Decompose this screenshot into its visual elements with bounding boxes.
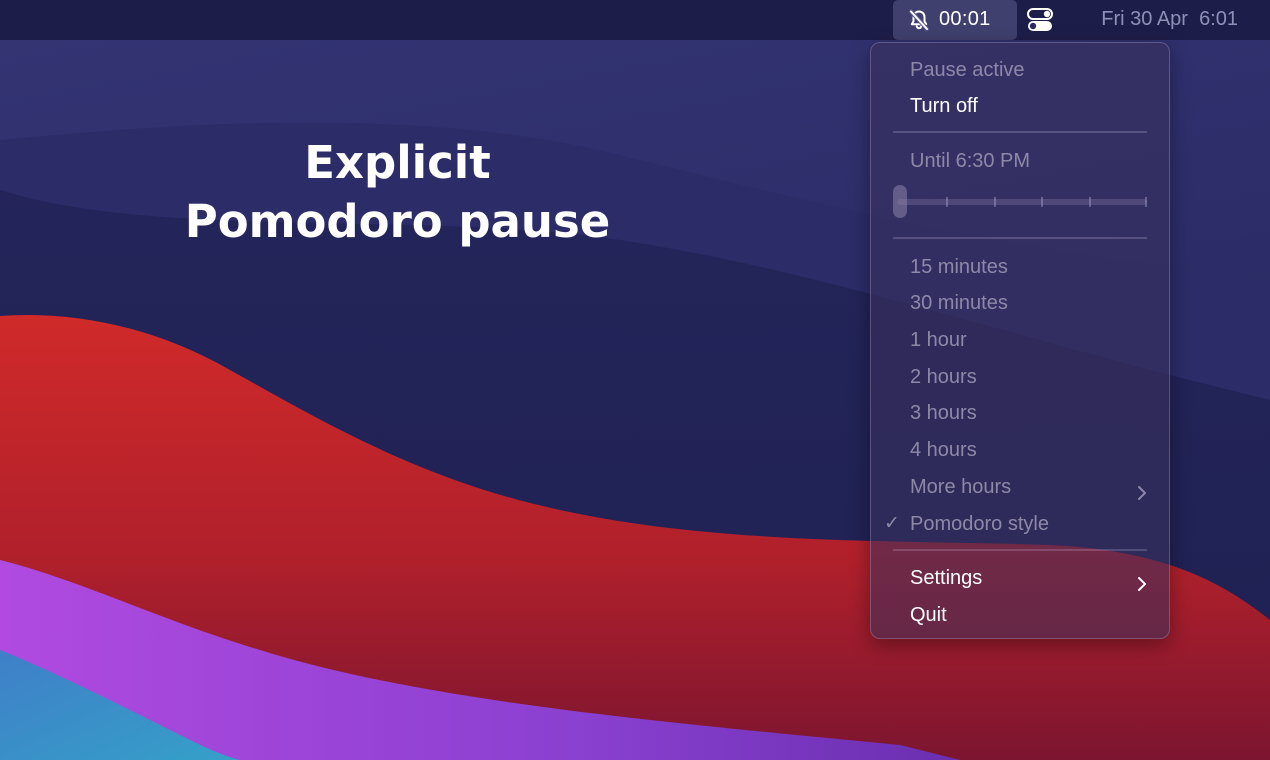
- menu-item-pomodoro-style[interactable]: ✓ Pomodoro style: [871, 508, 1169, 540]
- menubar-clock[interactable]: Fri 30 Apr 6:01: [1101, 8, 1238, 31]
- slider-tick: [994, 197, 996, 207]
- slider-tick: [1041, 197, 1043, 207]
- menu-item-30-minutes[interactable]: 30 minutes: [871, 287, 1169, 319]
- caption-line-2: Pomodoro pause: [184, 195, 611, 248]
- feature-caption: Explicit Pomodoro pause: [150, 133, 645, 251]
- menu-item-1-hour[interactable]: 1 hour: [871, 324, 1169, 356]
- slider-tick: [1145, 197, 1147, 207]
- menu-item-more-hours[interactable]: More hours: [871, 471, 1169, 503]
- bell-slash-icon: [908, 9, 930, 31]
- pause-timer: 00:01: [939, 8, 991, 30]
- slider-track: [897, 199, 1147, 205]
- pause-duration-slider[interactable]: [893, 185, 1147, 219]
- menu-item-label: Settings: [910, 567, 983, 589]
- slider-tick: [1089, 197, 1091, 207]
- menu-item-15-minutes[interactable]: 15 minutes: [871, 251, 1169, 283]
- menu-separator: [893, 131, 1147, 133]
- menu-item-settings[interactable]: Settings: [871, 562, 1169, 594]
- menu-status-pause-active: Pause active: [910, 59, 1025, 81]
- menu-item-2-hours[interactable]: 2 hours: [871, 361, 1169, 393]
- menu-item-label: More hours: [910, 476, 1012, 498]
- checkmark-icon: ✓: [884, 513, 900, 534]
- menu-item-quit[interactable]: Quit: [871, 599, 1169, 631]
- menu-item-3-hours[interactable]: 3 hours: [871, 397, 1169, 429]
- pause-status-item[interactable]: 00:01: [893, 0, 1017, 40]
- menu-separator: [893, 549, 1147, 551]
- chevron-right-icon: [1137, 479, 1147, 500]
- caption-line-1: Explicit: [304, 136, 491, 189]
- menu-item-4-hours[interactable]: 4 hours: [871, 434, 1169, 466]
- pause-dropdown-menu: Pause active Turn off Until 6:30 PM 15 m…: [870, 42, 1170, 639]
- chevron-right-icon: [1137, 570, 1147, 591]
- menu-bar: 00:01 Fri 30 Apr 6:01: [0, 0, 1270, 40]
- menu-separator: [893, 237, 1147, 239]
- slider-tick: [946, 197, 948, 207]
- slider-knob[interactable]: [893, 185, 907, 218]
- toggle-switches-icon[interactable]: [1027, 8, 1053, 32]
- menu-item-label: Pomodoro style: [910, 513, 1049, 535]
- menu-until-label: Until 6:30 PM: [910, 150, 1031, 172]
- menu-item-turn-off[interactable]: Turn off: [871, 90, 1169, 122]
